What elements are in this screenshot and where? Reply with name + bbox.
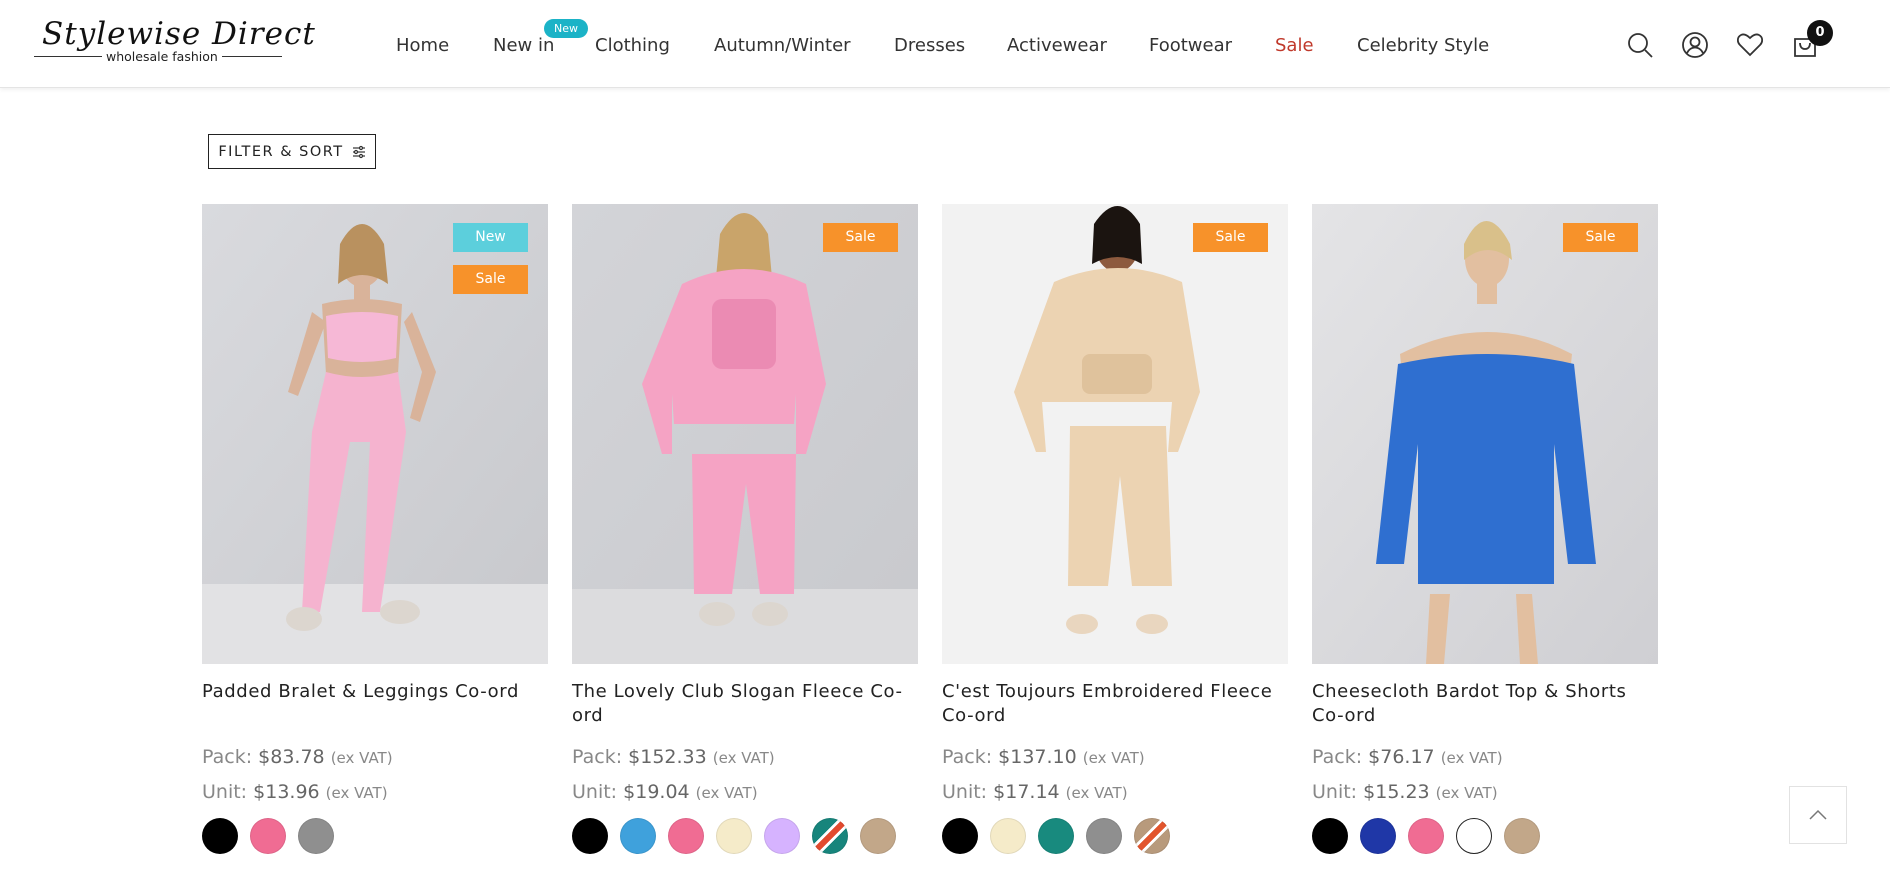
color-swatch[interactable] [1312,818,1348,854]
sale-badge: Sale [453,265,528,294]
back-to-top-button[interactable] [1789,786,1847,844]
account-icon[interactable] [1680,30,1710,60]
product-image[interactable]: Sale [1312,204,1658,664]
pack-price-value: $76.17 [1368,746,1435,768]
vat-note: (ex VAT) [712,749,775,767]
new-badge: New [453,223,528,252]
logo-tagline: wholesale fashion [102,49,222,64]
product-card: Sale The Lovely Club Slogan Fleece Co-or… [572,204,918,854]
color-swatches [1312,818,1540,854]
chevron-up-icon [1809,809,1827,820]
nav-celebrity-style[interactable]: Celebrity Style [1357,35,1489,56]
color-swatch[interactable] [1038,818,1074,854]
pack-label: Pack: [942,746,993,768]
nav-footwear[interactable]: Footwear [1149,35,1232,56]
vat-note: (ex VAT) [1435,784,1498,802]
color-swatch[interactable] [620,818,656,854]
filter-sort-label: FILTER & SORT [218,143,344,160]
vat-note: (ex VAT) [695,784,758,802]
search-icon[interactable] [1625,30,1655,60]
nav-activewear[interactable]: Activewear [1007,35,1107,56]
product-title[interactable]: Padded Bralet & Leggings Co-ord [202,680,548,704]
color-swatch[interactable] [716,818,752,854]
pack-price: Pack: $152.33 (ex VAT) [572,746,775,768]
color-swatch[interactable] [860,818,896,854]
color-swatch[interactable] [1456,818,1492,854]
unit-price-value: $17.14 [993,781,1060,803]
product-card: Sale Cheesecloth Bardot Top & Shorts Co-… [1312,204,1658,854]
unit-label: Unit: [202,781,248,803]
vat-note: (ex VAT) [1065,784,1128,802]
product-card: Sale C'est Toujours Embroidered Fleece C… [942,204,1288,854]
product-image[interactable]: Sale [942,204,1288,664]
sale-badge: Sale [823,223,898,252]
unit-label: Unit: [942,781,988,803]
sale-badge: Sale [1563,223,1638,252]
pack-price: Pack: $137.10 (ex VAT) [942,746,1145,768]
product-title[interactable]: C'est Toujours Embroidered Fleece Co-ord [942,680,1288,728]
site-logo[interactable]: Stylewise Direct wholesale fashion [34,16,315,66]
color-swatch[interactable] [1134,818,1170,854]
pack-label: Pack: [572,746,623,768]
filter-sort-button[interactable]: FILTER & SORT [208,134,376,169]
color-swatch[interactable] [202,818,238,854]
pack-price-value: $152.33 [628,746,707,768]
nav-new-in[interactable]: New in [493,35,554,56]
color-swatch[interactable] [250,818,286,854]
unit-label: Unit: [1312,781,1358,803]
pack-label: Pack: [202,746,253,768]
unit-price: Unit: $15.23 (ex VAT) [1312,781,1498,803]
product-title[interactable]: The Lovely Club Slogan Fleece Co-ord [572,680,918,728]
wishlist-heart-icon[interactable] [1735,30,1765,60]
unit-price: Unit: $13.96 (ex VAT) [202,781,388,803]
product-photo-illustration [572,204,918,664]
unit-price-value: $15.23 [1363,781,1430,803]
nav-home[interactable]: Home [396,35,449,56]
unit-price-value: $19.04 [623,781,690,803]
color-swatches [572,818,896,854]
vat-note: (ex VAT) [330,749,393,767]
cart-count-badge: 0 [1807,20,1833,46]
pack-label: Pack: [1312,746,1363,768]
nav-clothing[interactable]: Clothing [595,35,670,56]
pack-price-value: $137.10 [998,746,1077,768]
sale-badge: Sale [1193,223,1268,252]
color-swatch[interactable] [990,818,1026,854]
nav-sale[interactable]: Sale [1275,35,1314,56]
product-photo-illustration [1312,204,1658,664]
unit-price-value: $13.96 [253,781,320,803]
color-swatch[interactable] [1504,818,1540,854]
unit-price: Unit: $19.04 (ex VAT) [572,781,758,803]
product-card: New Sale Padded Bralet & Leggings Co-ord… [202,204,548,854]
color-swatch[interactable] [812,818,848,854]
color-swatches [942,818,1170,854]
product-title[interactable]: Cheesecloth Bardot Top & Shorts Co-ord [1312,680,1658,728]
logo-wordmark: Stylewise Direct [42,16,316,52]
color-swatch[interactable] [298,818,334,854]
vat-note: (ex VAT) [1082,749,1145,767]
pack-price: Pack: $76.17 (ex VAT) [1312,746,1503,768]
product-photo-illustration [942,204,1288,664]
vat-note: (ex VAT) [325,784,388,802]
unit-price: Unit: $17.14 (ex VAT) [942,781,1128,803]
site-header: Stylewise Direct wholesale fashion Home … [0,0,1890,88]
unit-label: Unit: [572,781,618,803]
color-swatch[interactable] [764,818,800,854]
product-image[interactable]: Sale [572,204,918,664]
new-in-badge: New [544,19,588,38]
color-swatches [202,818,334,854]
color-swatch[interactable] [1086,818,1122,854]
vat-note: (ex VAT) [1440,749,1503,767]
pack-price: Pack: $83.78 (ex VAT) [202,746,393,768]
color-swatch[interactable] [942,818,978,854]
color-swatch[interactable] [1360,818,1396,854]
pack-price-value: $83.78 [258,746,325,768]
product-image[interactable]: New Sale [202,204,548,664]
color-swatch[interactable] [572,818,608,854]
nav-dresses[interactable]: Dresses [894,35,965,56]
sliders-icon [352,145,365,158]
nav-autumn-winter[interactable]: Autumn/Winter [714,35,851,56]
color-swatch[interactable] [668,818,704,854]
color-swatch[interactable] [1408,818,1444,854]
